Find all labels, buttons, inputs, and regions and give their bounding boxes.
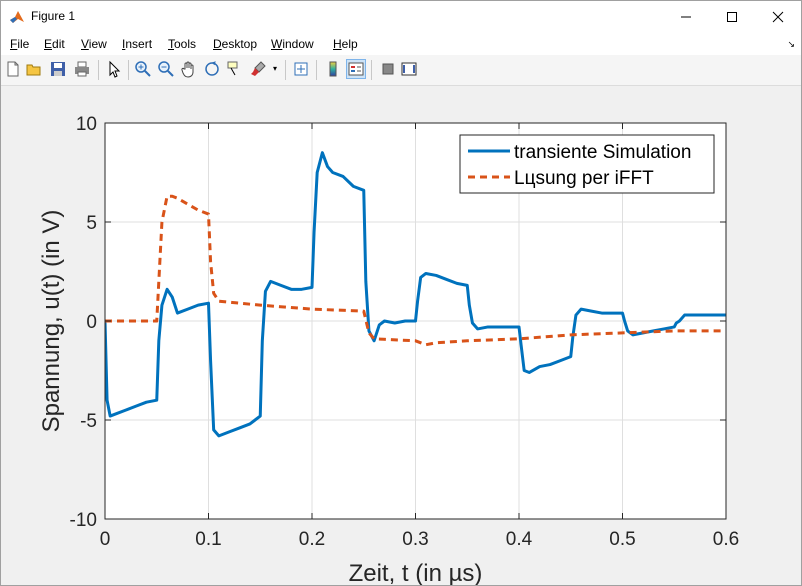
brush-dropdown-icon[interactable]: ▾ — [273, 64, 277, 73]
maximize-button[interactable] — [709, 1, 755, 33]
x-tick-label: 0.6 — [713, 529, 739, 550]
x-tick-label: 0.2 — [299, 529, 325, 550]
zoom-out-icon[interactable] — [157, 60, 175, 78]
menu-edit[interactable]: Edit — [44, 37, 65, 51]
y-tick-label: 10 — [76, 114, 97, 135]
y-tick-label: 5 — [86, 213, 97, 234]
toolbar-separator — [371, 60, 372, 80]
menu-view[interactable]: View — [81, 37, 107, 51]
minimize-icon — [681, 16, 691, 18]
y-tick-label: -10 — [70, 510, 97, 531]
y-tick-label: -5 — [80, 411, 97, 432]
menu-help[interactable]: Help — [333, 37, 358, 51]
colorbar-icon[interactable] — [324, 60, 342, 78]
figure-toolbar: ▾ — [1, 55, 801, 86]
menu-insert[interactable]: Insert — [122, 37, 152, 51]
y-tick-label: 0 — [86, 312, 97, 333]
menu-bar: File Edit View Insert Tools Desktop Wind… — [1, 33, 801, 55]
new-figure-icon[interactable] — [4, 60, 22, 78]
legend-icon[interactable] — [346, 59, 366, 79]
rotate-3d-icon[interactable] — [203, 60, 221, 78]
hide-plot-tools-icon[interactable] — [379, 60, 397, 78]
toolbar-separator — [285, 60, 286, 80]
close-icon — [772, 11, 784, 23]
maximize-icon — [727, 12, 737, 22]
menu-desktop[interactable]: Desktop — [213, 37, 257, 51]
data-cursor-icon[interactable] — [226, 60, 244, 78]
brush-icon[interactable] — [249, 60, 267, 78]
matlab-logo-icon — [10, 11, 24, 23]
toolbar-separator — [316, 60, 317, 80]
toolbar-separator — [128, 60, 129, 80]
window-title: Figure 1 — [31, 9, 76, 23]
x-axis-label: Zeit, t (in µs) — [349, 560, 483, 585]
x-tick-label: 0.1 — [195, 529, 221, 550]
figure-canvas: 0 0.1 0.2 0.3 0.4 0.5 0.6 -10 -5 0 5 10 Zeit, t (in… — [1, 86, 801, 585]
x-tick-label: 0.4 — [506, 529, 533, 550]
x-tick-label: 0.3 — [402, 529, 428, 550]
pan-icon[interactable] — [180, 60, 198, 78]
menu-file[interactable]: File — [10, 37, 29, 51]
legend-label-ifft: Lцsung per iFFT — [514, 168, 654, 189]
minimize-button[interactable] — [663, 1, 709, 33]
zoom-in-icon[interactable] — [134, 60, 152, 78]
link-plot-icon[interactable] — [292, 60, 310, 78]
figure-window: Figure 1 File Edit View Insert Tools Des… — [0, 0, 802, 586]
open-file-icon[interactable] — [25, 60, 43, 78]
x-tick-label: 0 — [100, 529, 111, 550]
legend[interactable]: transiente Simulation Lцsung per iFFT — [459, 134, 715, 194]
save-icon[interactable] — [49, 60, 67, 78]
line-chart: 0 0.1 0.2 0.3 0.4 0.5 0.6 -10 -5 0 5 10 Zeit, t (in… — [38, 114, 739, 585]
show-plot-tools-icon[interactable] — [400, 60, 418, 78]
print-icon[interactable] — [73, 60, 91, 78]
x-tick-label: 0.5 — [609, 529, 635, 550]
legend-label-transient: transiente Simulation — [514, 142, 691, 163]
close-button[interactable] — [755, 1, 801, 33]
menu-window[interactable]: Window — [271, 37, 314, 51]
title-bar: Figure 1 — [1, 1, 801, 33]
pointer-icon[interactable] — [105, 60, 123, 78]
menu-tools[interactable]: Tools — [168, 37, 196, 51]
y-axis-label: Spannung, u(t) (in V) — [38, 210, 65, 433]
toolbar-separator — [98, 60, 99, 80]
dock-arrow-icon[interactable]: ↘ — [787, 39, 795, 50]
